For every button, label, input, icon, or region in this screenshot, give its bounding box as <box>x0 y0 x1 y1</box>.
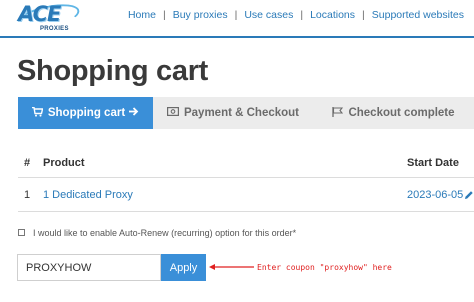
step-checkout-complete[interactable]: Checkout complete <box>313 97 474 129</box>
step-payment-checkout[interactable]: Payment & Checkout <box>153 97 313 129</box>
coupon-annotation: Enter coupon "proxyhow" here <box>257 263 392 272</box>
page-title: Shopping cart <box>17 55 209 87</box>
pencil-icon[interactable] <box>464 190 474 203</box>
column-header-start-date: Start Date <box>407 157 459 169</box>
table-divider <box>18 211 474 212</box>
apply-button[interactable]: Apply <box>161 254 206 281</box>
product-link[interactable]: 1 Dedicated Proxy <box>43 189 133 201</box>
auto-renew-checkbox[interactable] <box>18 229 25 236</box>
nav-locations[interactable]: Locations <box>310 9 355 21</box>
nav-supported-websites[interactable]: Supported websites <box>372 9 464 21</box>
row-number: 1 <box>24 189 31 201</box>
ace-proxies-logo[interactable]: ACE PROXIES <box>14 0 82 35</box>
checkout-steps: Shopping cart Payment & Checkout Checkou… <box>18 97 474 129</box>
site-header: ACE PROXIES Home | Buy proxies | Use cas… <box>0 0 474 38</box>
arrow-right-icon <box>129 107 139 119</box>
logo-subtext: PROXIES <box>40 26 69 32</box>
auto-renew-label: I would like to enable Auto-Renew (recur… <box>33 228 297 238</box>
nav-separator: | <box>162 9 166 21</box>
column-header-product: Product <box>43 157 85 169</box>
nav-use-cases[interactable]: Use cases <box>244 9 293 21</box>
logo-text: ACE <box>18 2 61 26</box>
table-divider <box>18 177 474 178</box>
cart-icon <box>31 106 44 120</box>
nav-buy-proxies[interactable]: Buy proxies <box>173 9 228 21</box>
money-icon <box>166 107 179 119</box>
step-shopping-cart[interactable]: Shopping cart <box>18 97 153 129</box>
main-nav: Home | Buy proxies | Use cases | Locatio… <box>128 9 464 21</box>
nav-separator: | <box>300 9 304 21</box>
step-label: Payment & Checkout <box>183 107 300 119</box>
annotation-arrow-icon <box>209 264 254 270</box>
step-label: Checkout complete <box>348 107 455 119</box>
nav-home[interactable]: Home <box>128 9 156 21</box>
step-label: Shopping cart <box>47 107 126 119</box>
nav-separator: | <box>234 9 238 21</box>
nav-separator: | <box>362 9 365 21</box>
coupon-input[interactable] <box>17 254 161 281</box>
column-header-number: # <box>24 157 31 169</box>
flag-icon <box>332 106 344 120</box>
start-date: 2023-06-05 <box>407 189 464 201</box>
